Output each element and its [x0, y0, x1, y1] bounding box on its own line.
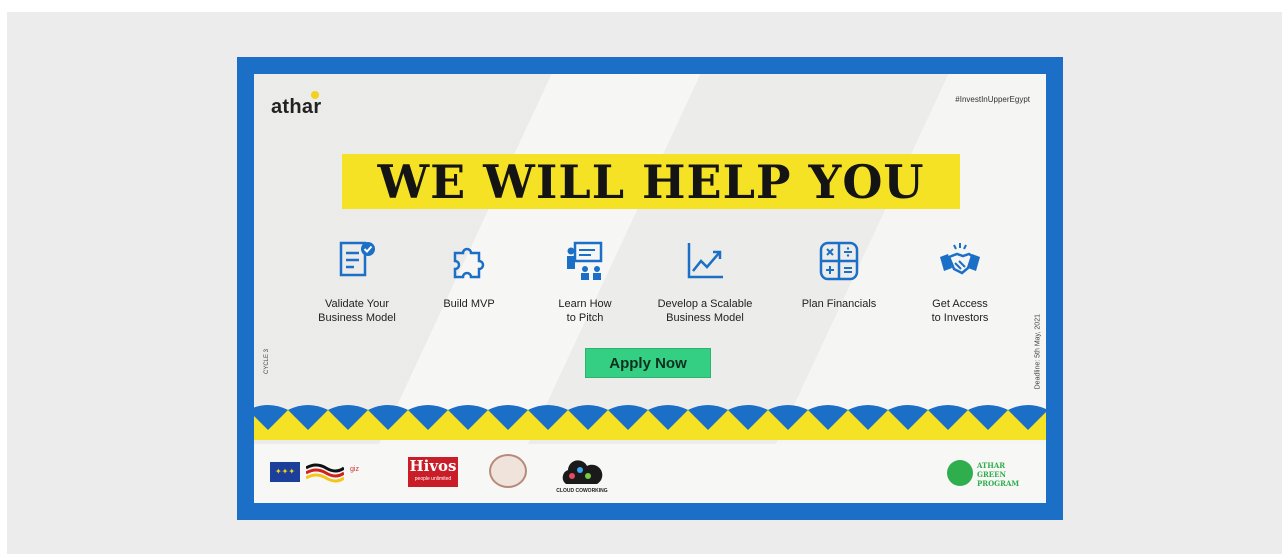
calculator-icon — [819, 241, 859, 281]
service-label-line1: Get Access — [932, 298, 988, 310]
service-label-line2: to Investors — [931, 312, 989, 324]
document-check-icon — [339, 241, 375, 277]
partner-logos: ✦✦✦ giz Hivos people unlimited CLOUD COW… — [254, 444, 1046, 503]
scallop-shape — [288, 405, 328, 430]
service-label-line2: Business Model — [666, 312, 744, 324]
scallop-shape — [848, 405, 888, 430]
program-line: PROGRAM — [977, 479, 1020, 488]
service-label-line2: to Pitch — [566, 312, 604, 324]
logo-dot — [311, 91, 319, 99]
service-financials: Plan Financials — [784, 239, 894, 311]
poster-paper: athar #InvestInUpperEgypt WE WILL HELP Y… — [254, 74, 1046, 503]
program-line: GREEN — [977, 470, 1006, 479]
hivos-logo: Hivos people unlimited — [408, 457, 458, 487]
cycle-label: CYCLE 3 — [264, 348, 270, 374]
service-pitch: Learn How to Pitch — [530, 239, 640, 325]
seal-logo — [489, 454, 527, 488]
presentation-icon — [567, 241, 603, 280]
headline: WE WILL HELP YOU — [377, 155, 925, 209]
scallop-shape — [488, 405, 528, 430]
scallop-shape — [928, 405, 968, 430]
service-validate: Validate Your Business Model — [302, 239, 412, 325]
giz-logo: giz — [350, 466, 359, 473]
service-label-line1: Plan Financials — [801, 298, 877, 310]
eu-flag-logo: ✦✦✦ — [270, 462, 300, 482]
athar-green-program-logo — [947, 460, 973, 486]
athar-green-program-text: ATHAR GREEN PROGRAM — [977, 461, 1019, 488]
deadline-label: Deadline: 5th May, 2021 — [1034, 314, 1041, 390]
scallop-shape — [648, 405, 688, 430]
service-label-line1: Build MVP — [443, 298, 495, 310]
service-label-line2: Business Model — [318, 312, 396, 324]
scallop-shape — [608, 405, 648, 430]
scallop-shape — [968, 405, 1008, 430]
scallop-shape — [688, 405, 728, 430]
scallop-shape — [888, 405, 928, 430]
scallop-pattern — [254, 405, 1046, 430]
growth-chart-icon — [687, 243, 723, 279]
service-label-line1: Develop a Scalable — [657, 298, 753, 310]
cloud-coworking-logo — [562, 460, 603, 484]
scallop-shape — [448, 405, 488, 430]
scallop-shape — [328, 405, 368, 430]
scallop-shape — [528, 405, 568, 430]
puzzle-icon — [453, 247, 485, 279]
handshake-icon — [940, 243, 980, 275]
german-cooperation-logo — [306, 463, 344, 483]
service-scalable: Develop a Scalable Business Model — [650, 239, 760, 325]
scallop-shape — [368, 405, 408, 430]
scallop-shape — [808, 405, 848, 430]
athar-logo: athar — [271, 96, 322, 118]
service-mvp: Build MVP — [414, 239, 524, 311]
service-label-line1: Learn How — [558, 298, 612, 310]
scallop-shape — [568, 405, 608, 430]
program-line: ATHAR — [977, 461, 1006, 470]
hivos-subtitle: people unlimited — [414, 476, 452, 482]
hivos-title: Hivos — [409, 457, 457, 475]
scallop-shape — [728, 405, 768, 430]
scallop-shape — [408, 405, 448, 430]
cloud-coworking-text: CLOUD COWORKING — [556, 488, 608, 494]
scallop-shape — [1008, 405, 1046, 430]
scallop-shape — [254, 405, 288, 430]
hashtag: #InvestInUpperEgypt — [955, 95, 1030, 104]
service-investors: Get Access to Investors — [905, 239, 1015, 325]
scallop-shape — [768, 405, 808, 430]
apply-now-button[interactable]: Apply Now — [585, 348, 711, 378]
program-poster[interactable]: athar #InvestInUpperEgypt WE WILL HELP Y… — [237, 57, 1063, 520]
service-label-line1: Validate Your — [324, 298, 390, 310]
